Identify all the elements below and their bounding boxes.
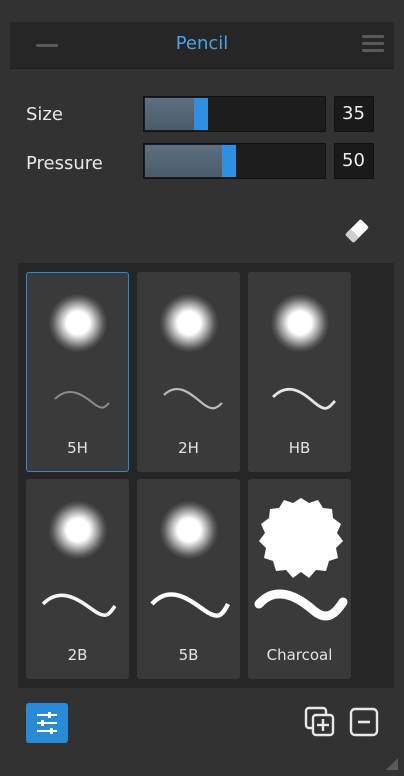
preset-2h[interactable]: 2H [137, 272, 240, 472]
preset-5h[interactable]: 5H [26, 272, 129, 472]
size-slider-fill [145, 98, 195, 130]
charcoal-stroke-preview [254, 589, 348, 621]
brush-tip-preview [160, 294, 218, 352]
pressure-value-field[interactable]: 50 [334, 143, 374, 179]
size-slider-thumb[interactable] [194, 98, 208, 130]
pencil-panel: Pencil Size 35 Pressure 50 5H 2H HB 2B 5… [0, 0, 404, 776]
charcoal-tip-preview [259, 498, 343, 578]
pressure-slider-thumb[interactable] [222, 145, 236, 177]
preset-5b[interactable]: 5B [137, 479, 240, 679]
size-slider[interactable] [143, 96, 326, 132]
pressure-label: Pressure [26, 153, 103, 174]
preset-label: 5B [178, 646, 199, 664]
brush-stroke-preview [54, 391, 110, 409]
brush-stroke-preview [150, 592, 230, 618]
duplicate-preset-icon[interactable] [302, 704, 338, 740]
remove-preset-icon[interactable] [348, 706, 380, 738]
brush-settings-button[interactable] [26, 703, 68, 743]
size-value-field[interactable]: 35 [334, 96, 374, 132]
preset-2b[interactable]: 2B [26, 479, 129, 679]
brush-stroke-preview [41, 593, 117, 618]
resize-grip-icon[interactable] [384, 756, 398, 770]
preset-label: 5H [67, 439, 88, 457]
brush-tip-preview [49, 294, 107, 352]
size-label: Size [26, 104, 63, 125]
brush-preset-grid: 5H 2H HB 2B 5B Charcoal [18, 263, 394, 688]
brush-tip-preview [49, 501, 107, 559]
pressure-slider[interactable] [143, 143, 326, 179]
pressure-slider-fill [145, 145, 223, 177]
eraser-icon[interactable] [342, 216, 372, 246]
sliders-icon [37, 712, 57, 734]
preset-label: 2B [67, 646, 88, 664]
preset-label: Charcoal [266, 646, 333, 664]
preset-hb[interactable]: HB [248, 272, 351, 472]
preset-charcoal[interactable]: Charcoal [248, 479, 351, 679]
brush-stroke-preview [163, 388, 223, 410]
hamburger-menu-icon[interactable] [362, 35, 384, 53]
preset-label: 2H [178, 439, 199, 457]
preset-label: HB [288, 439, 311, 457]
brush-tip-preview [271, 294, 329, 352]
panel-title-bar: Pencil [10, 22, 394, 69]
brush-tip-preview [160, 501, 218, 559]
panel-title: Pencil [175, 33, 229, 54]
brush-stroke-preview [272, 387, 337, 410]
